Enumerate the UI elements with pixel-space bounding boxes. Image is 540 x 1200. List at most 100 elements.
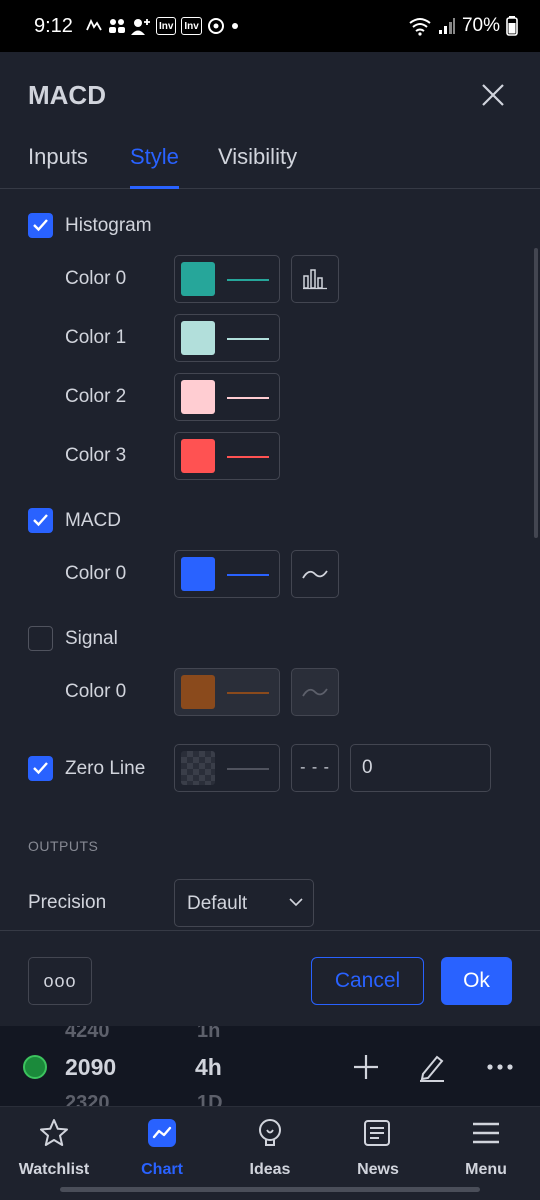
nav-news[interactable]: News — [324, 1115, 432, 1179]
signal-plot-type-button[interactable] — [291, 668, 339, 716]
color-swatch — [181, 321, 215, 355]
picker-interval-above: 1h — [197, 1026, 221, 1042]
zero-line-label: Zero Line — [65, 758, 146, 779]
nav-ideas[interactable]: Ideas — [216, 1115, 324, 1179]
line-preview — [227, 279, 269, 281]
zero-line-style-button[interactable]: - - - — [291, 744, 339, 792]
line-preview — [227, 397, 269, 399]
precision-value: Default — [187, 893, 248, 914]
picker-value-current[interactable]: 2090 — [65, 1054, 116, 1081]
sync-icon — [207, 18, 224, 34]
notification-icons: Inv Inv — [85, 17, 240, 35]
picker-interval-current[interactable]: 4h — [195, 1054, 222, 1081]
histogram-icon — [303, 269, 327, 290]
dialog-footer: ooo Cancel Ok — [0, 930, 540, 1026]
wifi-icon — [409, 18, 431, 36]
color-swatch — [181, 675, 215, 709]
ok-button[interactable]: Ok — [441, 957, 512, 1005]
histogram-plot-type-button[interactable] — [291, 255, 339, 303]
drawing-pen-icon[interactable] — [417, 1052, 447, 1082]
dialog-title: MACD — [28, 80, 106, 110]
line-preview — [227, 692, 269, 694]
macd-checkbox[interactable] — [28, 508, 53, 533]
signal-checkbox[interactable] — [28, 626, 53, 651]
tab-inputs[interactable]: Inputs — [28, 144, 88, 188]
histogram-color1-picker[interactable] — [174, 314, 280, 362]
nav-label: Watchlist — [18, 1161, 90, 1178]
histogram-color2-label: Color 2 — [65, 386, 127, 407]
signal-icon — [438, 18, 455, 34]
zero-line-checkbox[interactable] — [28, 756, 53, 781]
precision-select[interactable]: Default — [174, 879, 314, 927]
star-icon — [40, 1119, 68, 1146]
line-preview — [227, 768, 269, 770]
histogram-checkbox[interactable] — [28, 213, 53, 238]
tab-visibility[interactable]: Visibility — [218, 144, 297, 188]
color-swatch — [181, 439, 215, 473]
signal-color0-label: Color 0 — [65, 681, 127, 702]
nav-label: Menu — [465, 1161, 507, 1178]
close-button[interactable] — [476, 78, 510, 112]
signal-color0-picker[interactable] — [174, 668, 280, 716]
macd-color0-picker[interactable] — [174, 550, 280, 598]
battery-percent: 70% — [461, 15, 500, 36]
inv-app-icon: Inv — [181, 17, 202, 35]
histogram-color0-picker[interactable] — [174, 255, 280, 303]
chart-toolbar: 4240 1h 2090 4h 2320 1D — [0, 1026, 540, 1106]
indicator-settings-dialog: MACD Inputs Style Visibility Histogram C… — [0, 52, 540, 1026]
color-swatch — [181, 751, 215, 785]
histogram-color3-picker[interactable] — [174, 432, 280, 480]
histogram-label: Histogram — [65, 215, 152, 236]
outputs-section-label: OUTPUTS — [28, 838, 99, 854]
color-swatch — [181, 557, 215, 591]
zero-line-color-picker[interactable] — [174, 744, 280, 792]
scrollbar[interactable] — [534, 248, 538, 538]
tab-style[interactable]: Style — [130, 144, 179, 189]
line-preview — [227, 338, 269, 340]
people-icon — [108, 19, 125, 33]
line-preview — [227, 456, 269, 458]
picker-value-below: 2320 — [65, 1092, 110, 1106]
precision-label: Precision — [28, 892, 107, 913]
histogram-color1-label: Color 1 — [65, 327, 127, 348]
nav-menu[interactable]: Menu — [432, 1115, 540, 1179]
news-icon — [86, 18, 102, 31]
signal-label: Signal — [65, 628, 118, 649]
inv-app-icon: Inv — [155, 17, 177, 35]
zero-line-value-input[interactable] — [350, 744, 491, 792]
color-swatch — [181, 380, 215, 414]
bottom-navigation: Watchlist Chart Ideas News Menu — [0, 1106, 540, 1200]
more-options-button[interactable]: ooo — [28, 957, 92, 1005]
nav-label: Ideas — [249, 1161, 291, 1178]
histogram-color0-label: Color 0 — [65, 268, 127, 289]
cancel-button[interactable]: Cancel — [311, 957, 424, 1005]
hamburger-icon — [473, 1122, 499, 1144]
exchange-icon[interactable] — [23, 1055, 47, 1079]
histogram-color2-picker[interactable] — [174, 373, 280, 421]
status-bar: 9:12 Inv Inv 70% — [0, 0, 540, 52]
line-wave-icon — [302, 570, 328, 579]
chevron-down-icon — [289, 898, 303, 907]
close-icon — [482, 84, 504, 106]
color-swatch — [181, 262, 215, 296]
lightbulb-icon — [259, 1119, 281, 1146]
add-person-icon — [130, 19, 150, 35]
picker-interval-below: 1D — [197, 1092, 223, 1106]
histogram-color3-label: Color 3 — [65, 445, 127, 466]
home-indicator[interactable] — [60, 1187, 480, 1192]
line-preview — [227, 574, 269, 576]
plus-icon[interactable] — [351, 1052, 381, 1082]
chart-icon — [148, 1119, 176, 1147]
checkmark-icon — [33, 514, 48, 527]
more-dots-icon[interactable] — [485, 1052, 515, 1082]
macd-plot-type-button[interactable] — [291, 550, 339, 598]
nav-chart[interactable]: Chart — [108, 1115, 216, 1179]
macd-label: MACD — [65, 510, 121, 531]
nav-label: News — [357, 1161, 399, 1178]
line-wave-icon — [302, 688, 328, 697]
system-status: 70% — [408, 15, 518, 37]
macd-color0-label: Color 0 — [65, 563, 127, 584]
nav-watchlist[interactable]: Watchlist — [0, 1115, 108, 1179]
tab-bar: Inputs Style Visibility — [0, 136, 540, 189]
status-time: 9:12 — [34, 14, 73, 37]
